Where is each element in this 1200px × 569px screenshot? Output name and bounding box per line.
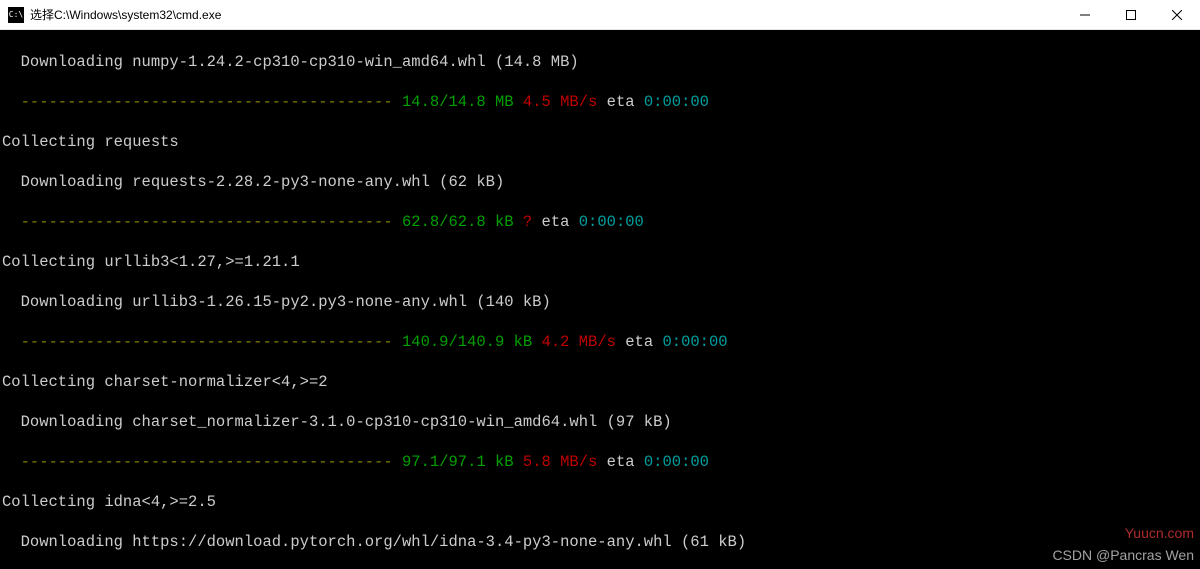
progress-line: ----------------------------------------… (2, 212, 1198, 232)
maximize-button[interactable] (1108, 0, 1154, 30)
watermark-text: CSDN @Pancras Wen (1052, 545, 1194, 565)
terminal-output[interactable]: Downloading numpy-1.24.2-cp310-cp310-win… (0, 30, 1200, 569)
progress-line: ----------------------------------------… (2, 92, 1198, 112)
output-line: Downloading numpy-1.24.2-cp310-cp310-win… (2, 52, 1198, 72)
output-line: Downloading requests-2.28.2-py3-none-any… (2, 172, 1198, 192)
cmd-icon: C:\ (8, 7, 24, 23)
output-line: Collecting urllib3<1.27,>=1.21.1 (2, 252, 1198, 272)
output-line: Collecting requests (2, 132, 1198, 152)
close-button[interactable] (1154, 0, 1200, 30)
output-line: Collecting charset-normalizer<4,>=2 (2, 372, 1198, 392)
output-line: Downloading charset_normalizer-3.1.0-cp3… (2, 412, 1198, 432)
output-line: Downloading urllib3-1.26.15-py2.py3-none… (2, 292, 1198, 312)
progress-line: ----------------------------------------… (2, 452, 1198, 472)
output-line: Collecting idna<4,>=2.5 (2, 492, 1198, 512)
progress-line: ----------------------------------------… (2, 332, 1198, 352)
output-line: Downloading https://download.pytorch.org… (2, 532, 1198, 552)
minimize-button[interactable] (1062, 0, 1108, 30)
window-titlebar: C:\ 选择C:\Windows\system32\cmd.exe (0, 0, 1200, 30)
window-title: 选择C:\Windows\system32\cmd.exe (30, 6, 221, 23)
watermark-text: Yuucn.com (1125, 523, 1194, 543)
